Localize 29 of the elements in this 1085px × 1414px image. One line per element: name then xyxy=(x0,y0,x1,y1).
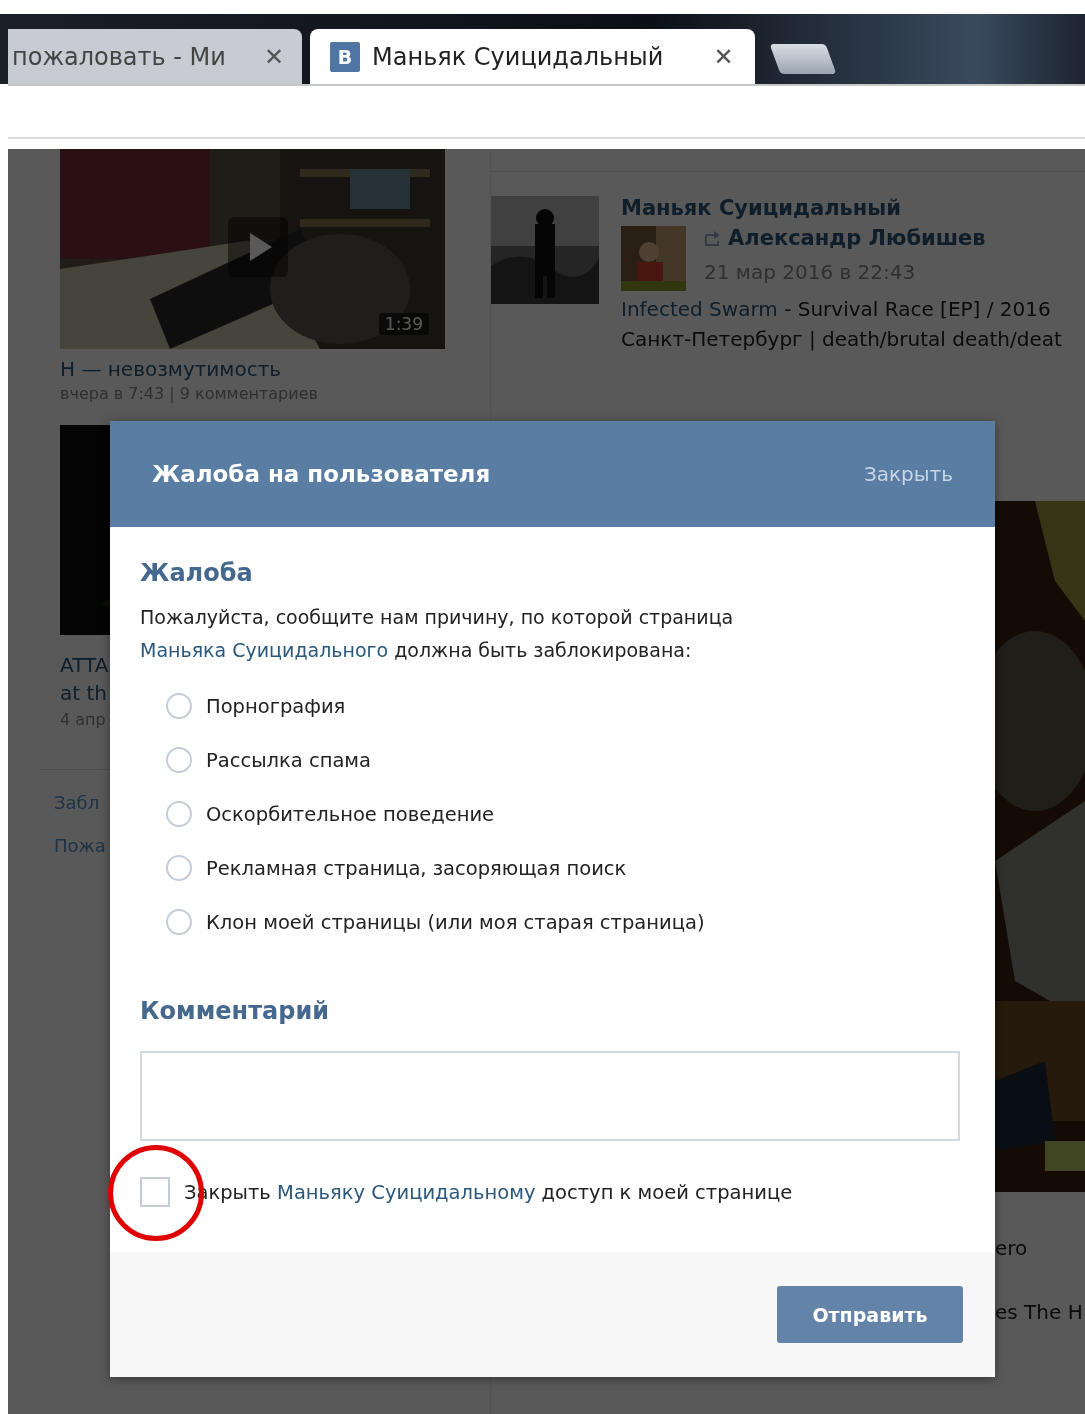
checkbox[interactable] xyxy=(140,1177,170,1207)
tab-close-button[interactable]: ✕ xyxy=(713,42,734,71)
tab-close-button[interactable]: ✕ xyxy=(263,42,285,71)
post-text: Infected Swarm - Survival Race [EP] / 2016 xyxy=(621,297,1052,321)
radio-button[interactable] xyxy=(166,693,192,719)
dialog-title: Жалоба на пользователя xyxy=(152,461,491,487)
post-text: Санкт-Петербург | death/brutal death/deat xyxy=(621,327,1062,351)
tab-title: пожаловать - Ми xyxy=(12,42,226,71)
radio-button[interactable] xyxy=(166,747,192,773)
option-label[interactable]: Порнография xyxy=(206,694,346,718)
site-logo: B xyxy=(330,41,361,72)
comment-field[interactable] xyxy=(140,1051,960,1141)
section-heading: Жалоба xyxy=(140,559,254,587)
option-label[interactable]: Рекламная страница, засоряющая поиск xyxy=(206,856,627,880)
profile-link[interactable]: Маньяка Суицидального xyxy=(140,639,389,661)
profile-link[interactable]: Маньяку Суицидальному xyxy=(277,1180,536,1204)
option-label[interactable]: Оскорбительное поведение xyxy=(206,802,495,826)
browser-tab[interactable]: B Маньяк Суицидальный ✕ xyxy=(310,29,756,84)
repost-icon xyxy=(704,229,722,247)
option-label[interactable]: Клон моей страницы (или моя старая страница) xyxy=(206,910,705,934)
option-label[interactable]: Рассылка спама xyxy=(206,748,372,772)
report-prompt: Пожалуйста, сообщите нам причину, по которой страница Маньяка Суицидального должна быть заблокирована: xyxy=(140,605,735,663)
submit-button[interactable]: Отправить xyxy=(777,1286,963,1343)
tab-title: Маньяк Суицидальный xyxy=(372,42,664,71)
radio-button[interactable] xyxy=(166,909,192,935)
radio-button[interactable] xyxy=(166,801,192,827)
section-heading: Комментарий xyxy=(140,997,331,1025)
browser-tab[interactable]: пожаловать - Ми ✕ xyxy=(8,29,303,84)
radio-button[interactable] xyxy=(166,855,192,881)
